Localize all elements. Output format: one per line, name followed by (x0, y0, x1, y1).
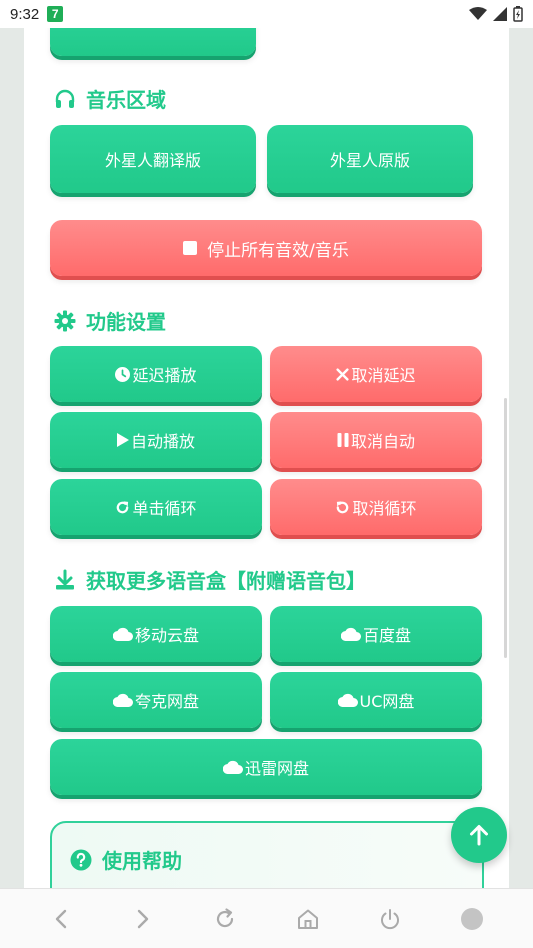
single-loop-button[interactable]: 单击循环 (50, 479, 262, 535)
original-alien-label: 外星人原版 (329, 151, 410, 170)
help-title-label: 使用帮助 (102, 849, 182, 873)
cloud-icon (222, 760, 243, 774)
app-notification-badge: 7 (47, 6, 64, 22)
cloud-icon (112, 627, 133, 641)
stop-all-button[interactable]: 停止所有音效/音乐 (50, 220, 482, 276)
translated-alien-label: 外星人翻译版 (104, 151, 201, 170)
nav-power-button[interactable] (370, 899, 410, 939)
partial-top-button[interactable] (50, 28, 256, 56)
delay-play-button[interactable]: 延迟播放 (50, 346, 262, 402)
back-to-top-button[interactable] (451, 807, 507, 863)
headphones-icon (55, 89, 75, 108)
page-scrollbar[interactable] (504, 398, 507, 658)
uc-pan-button[interactable]: UC网盘 (270, 672, 482, 728)
delay-play-label: 延迟播放 (132, 366, 197, 385)
signal-icon (493, 7, 507, 21)
redo-icon (115, 500, 130, 515)
close-icon (336, 367, 350, 381)
translated-alien-button[interactable]: 外星人翻译版 (50, 125, 256, 193)
circle-icon (460, 907, 483, 930)
wifi-icon (469, 7, 487, 20)
play-icon (116, 433, 129, 447)
browser-nav-bar (0, 888, 533, 948)
uc-pan-label: UC网盘 (359, 692, 415, 711)
nav-forward-button[interactable] (123, 899, 163, 939)
help-card: 使用帮助 (50, 821, 484, 888)
baidu-pan-label: 百度盘 (362, 626, 411, 645)
section-music-label: 音乐区域 (86, 88, 166, 112)
nav-home-button[interactable] (288, 899, 328, 939)
quark-pan-label: 夸克网盘 (134, 692, 199, 711)
stop-all-label: 停止所有音效/音乐 (207, 240, 349, 261)
cancel-delay-button[interactable]: 取消延迟 (270, 346, 482, 402)
section-settings-title: 功能设置 (54, 306, 166, 335)
page-content: 音乐区域 外星人翻译版 外星人原版 停止所有音效/音乐 功能设置 延迟播放 取消… (24, 28, 509, 888)
mobile-cloud-label: 移动云盘 (134, 626, 199, 645)
undo-icon (335, 500, 350, 515)
home-icon (297, 909, 318, 929)
auto-play-label: 自动播放 (130, 432, 195, 451)
chevron-left-icon (55, 909, 67, 928)
clock-icon (115, 366, 131, 382)
cancel-delay-label: 取消延迟 (351, 366, 416, 385)
cancel-auto-button[interactable]: 取消自动 (270, 412, 482, 468)
auto-play-button[interactable]: 自动播放 (50, 412, 262, 468)
nav-menu-button[interactable] (452, 899, 492, 939)
baidu-pan-button[interactable]: 百度盘 (270, 606, 482, 662)
cloud-icon (337, 693, 358, 707)
section-download-label: 获取更多语音盒【附赠语音包】 (86, 569, 366, 593)
status-bar: 9:32 7 (0, 0, 533, 28)
gear-icon (54, 310, 76, 331)
arrow-up-icon (470, 825, 488, 846)
cancel-auto-label: 取消自动 (350, 432, 415, 451)
cloud-icon (340, 627, 361, 641)
pause-icon (337, 433, 349, 447)
stop-square-icon (183, 241, 198, 255)
help-title: 使用帮助 (70, 845, 182, 874)
cloud-icon (112, 693, 133, 707)
quark-pan-button[interactable]: 夸克网盘 (50, 672, 262, 728)
xunlei-pan-button[interactable]: 迅雷网盘 (50, 739, 482, 795)
question-circle-icon (70, 849, 92, 870)
single-loop-label: 单击循环 (132, 499, 197, 518)
battery-icon (513, 6, 523, 22)
power-icon (380, 908, 399, 929)
section-download-title: 获取更多语音盒【附赠语音包】 (54, 565, 366, 594)
section-music-title: 音乐区域 (54, 84, 166, 113)
download-icon (56, 569, 74, 589)
chevron-right-icon (138, 909, 149, 928)
status-time: 9:32 (10, 5, 40, 23)
status-indicators (469, 6, 523, 22)
mobile-cloud-button[interactable]: 移动云盘 (50, 606, 262, 662)
cancel-loop-button[interactable]: 取消循环 (270, 479, 482, 535)
section-settings-label: 功能设置 (86, 310, 166, 334)
cancel-loop-label: 取消循环 (352, 499, 417, 518)
refresh-icon (217, 907, 234, 927)
xunlei-pan-label: 迅雷网盘 (244, 759, 309, 778)
original-alien-button[interactable]: 外星人原版 (267, 125, 473, 193)
nav-refresh-button[interactable] (205, 899, 245, 939)
nav-back-button[interactable] (41, 899, 81, 939)
